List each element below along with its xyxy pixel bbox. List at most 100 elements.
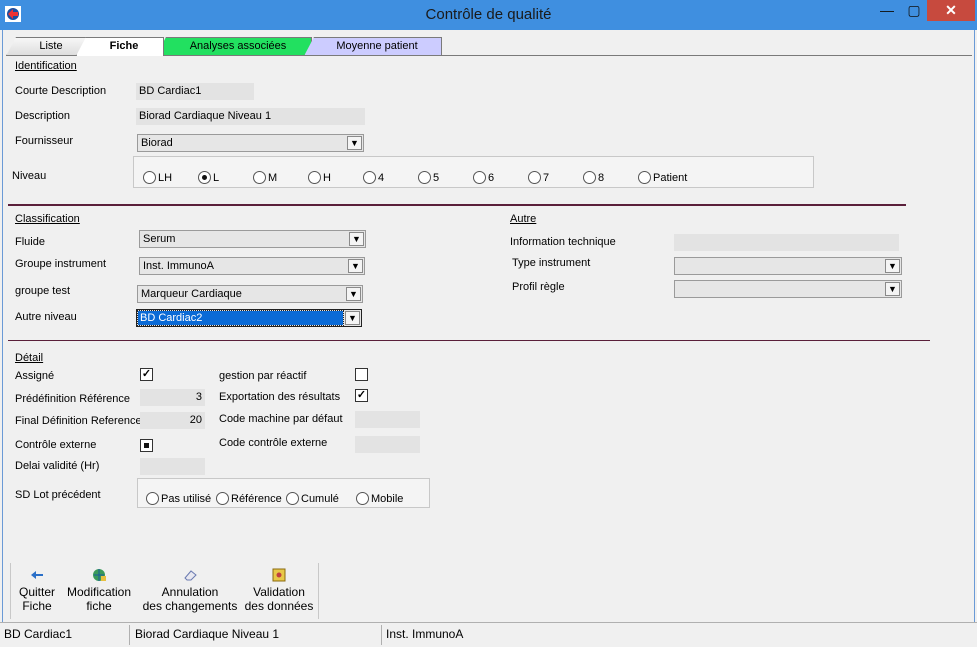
chevron-down-icon[interactable]: ▼ <box>346 287 361 301</box>
profil-regle-label: Profil règle <box>512 281 565 293</box>
delai-validite-field[interactable] <box>140 458 205 475</box>
courte-description-field[interactable]: BD Cardiac1 <box>136 83 254 100</box>
section-detail: Détail <box>15 352 44 364</box>
valid-line2: des données <box>244 599 314 613</box>
groupe-instrument-select[interactable]: Inst. ImmunoA ▼ <box>139 257 365 275</box>
predefinition-reference-field[interactable]: 3 <box>140 389 205 406</box>
chevron-down-icon[interactable]: ▼ <box>349 232 364 246</box>
predefinition-reference-label: Prédéfinition Référence <box>15 393 130 405</box>
chevron-down-icon[interactable]: ▼ <box>348 259 363 273</box>
niveau-option-4: 4 <box>378 172 385 184</box>
annul-line2: des changements <box>142 599 238 613</box>
gestion-reactif-checkbox[interactable] <box>355 368 368 381</box>
sd-lot-radio-mobile[interactable] <box>356 492 369 505</box>
exportation-resultats-label: Exportation des résultats <box>219 391 341 403</box>
modif-line2: fiche <box>86 599 112 613</box>
courte-description-label: Courte Description <box>15 85 107 97</box>
section-divider <box>8 340 930 341</box>
status-bar: BD Cardiac1 Biorad Cardiaque Niveau 1 In… <box>0 622 977 647</box>
niveau-radio-h[interactable] <box>308 171 321 184</box>
sd-lot-option-cumule: Cumulé <box>301 493 339 505</box>
niveau-radio-4[interactable] <box>363 171 376 184</box>
niveau-radio-7[interactable] <box>528 171 541 184</box>
section-identification: Identification <box>15 60 77 72</box>
niveau-option-8: 8 <box>598 172 605 184</box>
final-definition-reference-field[interactable]: 20 <box>140 412 205 429</box>
exportation-resultats-checkbox[interactable]: ✓ <box>355 389 368 402</box>
tab-liste[interactable]: Liste <box>6 37 88 56</box>
niveau-option-patient: Patient <box>653 172 688 184</box>
niveau-option-6: 6 <box>488 172 495 184</box>
information-technique-label: Information technique <box>510 236 616 248</box>
profil-regle-select[interactable]: ▼ <box>674 280 902 298</box>
groupe-test-label: groupe test <box>15 285 71 297</box>
delai-validite-label: Delai validité (Hr) <box>15 460 100 472</box>
section-divider <box>8 204 906 206</box>
sd-lot-radio-cumule[interactable] <box>286 492 299 505</box>
globe-edit-icon <box>93 569 106 581</box>
assigne-label: Assigné <box>15 370 55 382</box>
niveau-option-l: L <box>213 172 220 184</box>
sd-lot-option-pas-utilise: Pas utilisé <box>161 493 212 505</box>
groupe-instrument-value: Inst. ImmunoA <box>143 260 214 272</box>
niveau-radio-m[interactable] <box>253 171 266 184</box>
niveau-radio-5[interactable] <box>418 171 431 184</box>
type-instrument-label: Type instrument <box>512 257 591 269</box>
niveau-option-5: 5 <box>433 172 440 184</box>
niveau-radio-patient[interactable] <box>638 171 651 184</box>
information-technique-field[interactable] <box>674 234 899 251</box>
close-button[interactable]: ✕ <box>927 0 975 21</box>
sd-lot-option-reference: Référence <box>231 493 282 505</box>
quitter-line2: Fiche <box>22 599 52 613</box>
fluide-select[interactable]: Serum ▼ <box>139 230 366 248</box>
fournisseur-select[interactable]: Biorad ▼ <box>137 134 364 152</box>
niveau-radio-8[interactable] <box>583 171 596 184</box>
niveau-option-7: 7 <box>543 172 550 184</box>
code-controle-externe-field[interactable] <box>355 436 420 453</box>
sd-lot-radio-pas-utilise[interactable] <box>146 492 159 505</box>
groupe-test-select[interactable]: Marqueur Cardiaque ▼ <box>137 285 363 303</box>
section-classification: Classification <box>15 213 80 225</box>
chevron-down-icon[interactable]: ▼ <box>347 136 362 150</box>
tab-fiche[interactable]: Fiche <box>76 37 164 56</box>
niveau-radio-lh[interactable] <box>143 171 156 184</box>
section-autre: Autre <box>510 213 537 225</box>
chevron-down-icon[interactable]: ▼ <box>885 282 900 296</box>
controle-externe-checkbox[interactable] <box>140 439 153 452</box>
modif-line1: Modification <box>66 585 132 599</box>
groupe-test-value: Marqueur Cardiaque <box>141 288 242 300</box>
fournisseur-label: Fournisseur <box>15 135 74 147</box>
minimize-icon[interactable]: — <box>874 0 900 22</box>
description-field[interactable]: Biorad Cardiaque Niveau 1 <box>136 108 365 125</box>
chevron-down-icon[interactable]: ▼ <box>345 311 360 325</box>
modification-fiche-button[interactable]: Modification fiche <box>63 568 135 613</box>
code-machine-label: Code machine par défaut <box>219 413 343 425</box>
chevron-down-icon[interactable]: ▼ <box>885 259 900 273</box>
code-machine-field[interactable] <box>355 411 420 428</box>
maximize-icon[interactable]: ▢ <box>901 0 927 22</box>
fluide-value: Serum <box>143 233 176 245</box>
status-description: Biorad Cardiaque Niveau 1 <box>131 625 382 645</box>
status-short-description: BD Cardiac1 <box>0 625 130 645</box>
sd-lot-radio-reference[interactable] <box>216 492 229 505</box>
tab-moyenne-patient[interactable]: Moyenne patient <box>304 37 442 56</box>
annul-line1: Annulation <box>161 585 219 599</box>
code-controle-externe-label: Code contrôle externe <box>219 437 328 449</box>
groupe-instrument-label: Groupe instrument <box>15 258 107 270</box>
niveau-radio-l[interactable] <box>198 171 211 184</box>
validation-donnees-button[interactable]: Validation des données <box>244 568 314 613</box>
niveau-radio-6[interactable] <box>473 171 486 184</box>
niveau-label: Niveau <box>12 170 47 182</box>
autre-niveau-select[interactable]: BD Cardiac2 ▼ <box>136 309 362 327</box>
window-title: Contrôle de qualité <box>425 6 552 23</box>
fluide-label: Fluide <box>15 236 45 248</box>
type-instrument-select[interactable]: ▼ <box>674 257 902 275</box>
quitter-fiche-button[interactable]: Quitter Fiche <box>14 568 60 613</box>
description-label: Description <box>15 110 71 122</box>
tab-analyses-associees[interactable]: Analyses associées <box>156 37 312 56</box>
quitter-line1: Quitter <box>18 585 55 599</box>
autre-niveau-label: Autre niveau <box>15 311 77 323</box>
assigne-checkbox[interactable]: ✓ <box>140 368 153 381</box>
niveau-option-lh: LH <box>158 172 173 184</box>
annulation-changements-button[interactable]: Annulation des changements <box>141 568 239 613</box>
